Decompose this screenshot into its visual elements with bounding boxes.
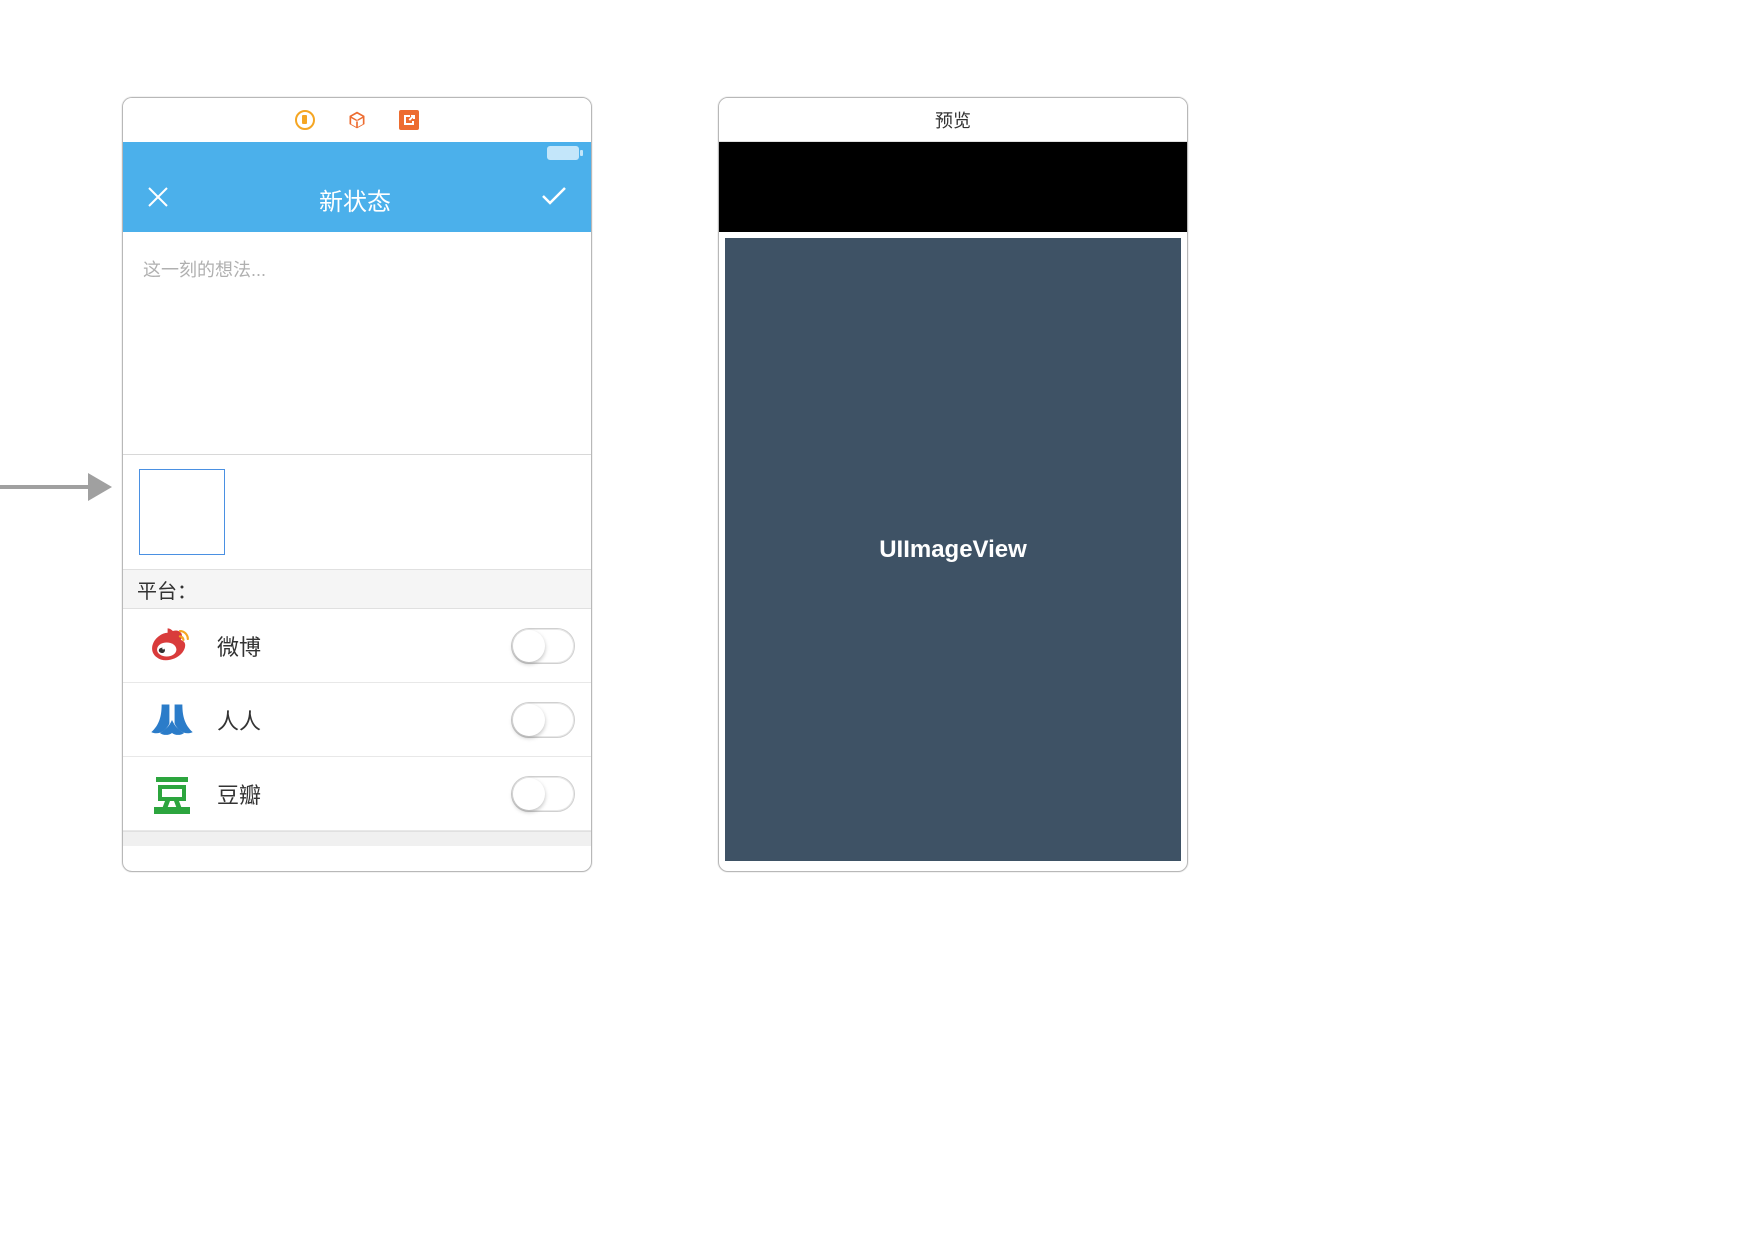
submit-button[interactable] — [541, 185, 567, 214]
image-thumbnail[interactable] — [139, 469, 225, 555]
imageview-label: UIImageView — [879, 536, 1027, 564]
battery-icon — [547, 146, 579, 160]
platform-label: 豆瓣 — [217, 778, 511, 810]
platform-label: 微博 — [217, 630, 511, 662]
weibo-icon — [149, 623, 195, 669]
bottom-spacer — [123, 831, 591, 846]
xcode-toolbar: 1 — [123, 98, 591, 142]
compose-input[interactable] — [143, 256, 571, 298]
compose-screen: 1 新状态 平台： 微博 — [122, 97, 592, 872]
identity-inspector-icon[interactable] — [295, 110, 315, 130]
svg-text:1: 1 — [355, 118, 358, 124]
douban-icon — [149, 771, 195, 817]
renren-toggle[interactable] — [511, 702, 575, 738]
uiimageview-placeholder: UIImageView — [725, 238, 1181, 861]
platform-row-douban: 豆瓣 — [123, 757, 591, 831]
preview-header: 预览 — [719, 98, 1187, 142]
preview-screen: 预览 UIImageView — [718, 97, 1188, 872]
3d-view-icon[interactable]: 1 — [347, 110, 367, 130]
platforms-header: 平台： — [123, 569, 591, 609]
platform-label: 人人 — [217, 704, 511, 736]
douban-toggle[interactable] — [511, 776, 575, 812]
image-attachment-section — [123, 455, 591, 569]
arrow-icon — [0, 473, 115, 501]
export-icon[interactable] — [399, 110, 419, 130]
close-button[interactable] — [147, 183, 169, 215]
nav-bar: 新状态 — [123, 166, 591, 232]
renren-icon — [149, 697, 195, 743]
compose-area — [123, 232, 591, 454]
black-bar — [719, 142, 1187, 232]
status-bar — [123, 142, 591, 166]
platform-row-renren: 人人 — [123, 683, 591, 757]
nav-title: 新状态 — [319, 182, 391, 217]
platform-row-weibo: 微博 — [123, 609, 591, 683]
weibo-toggle[interactable] — [511, 628, 575, 664]
